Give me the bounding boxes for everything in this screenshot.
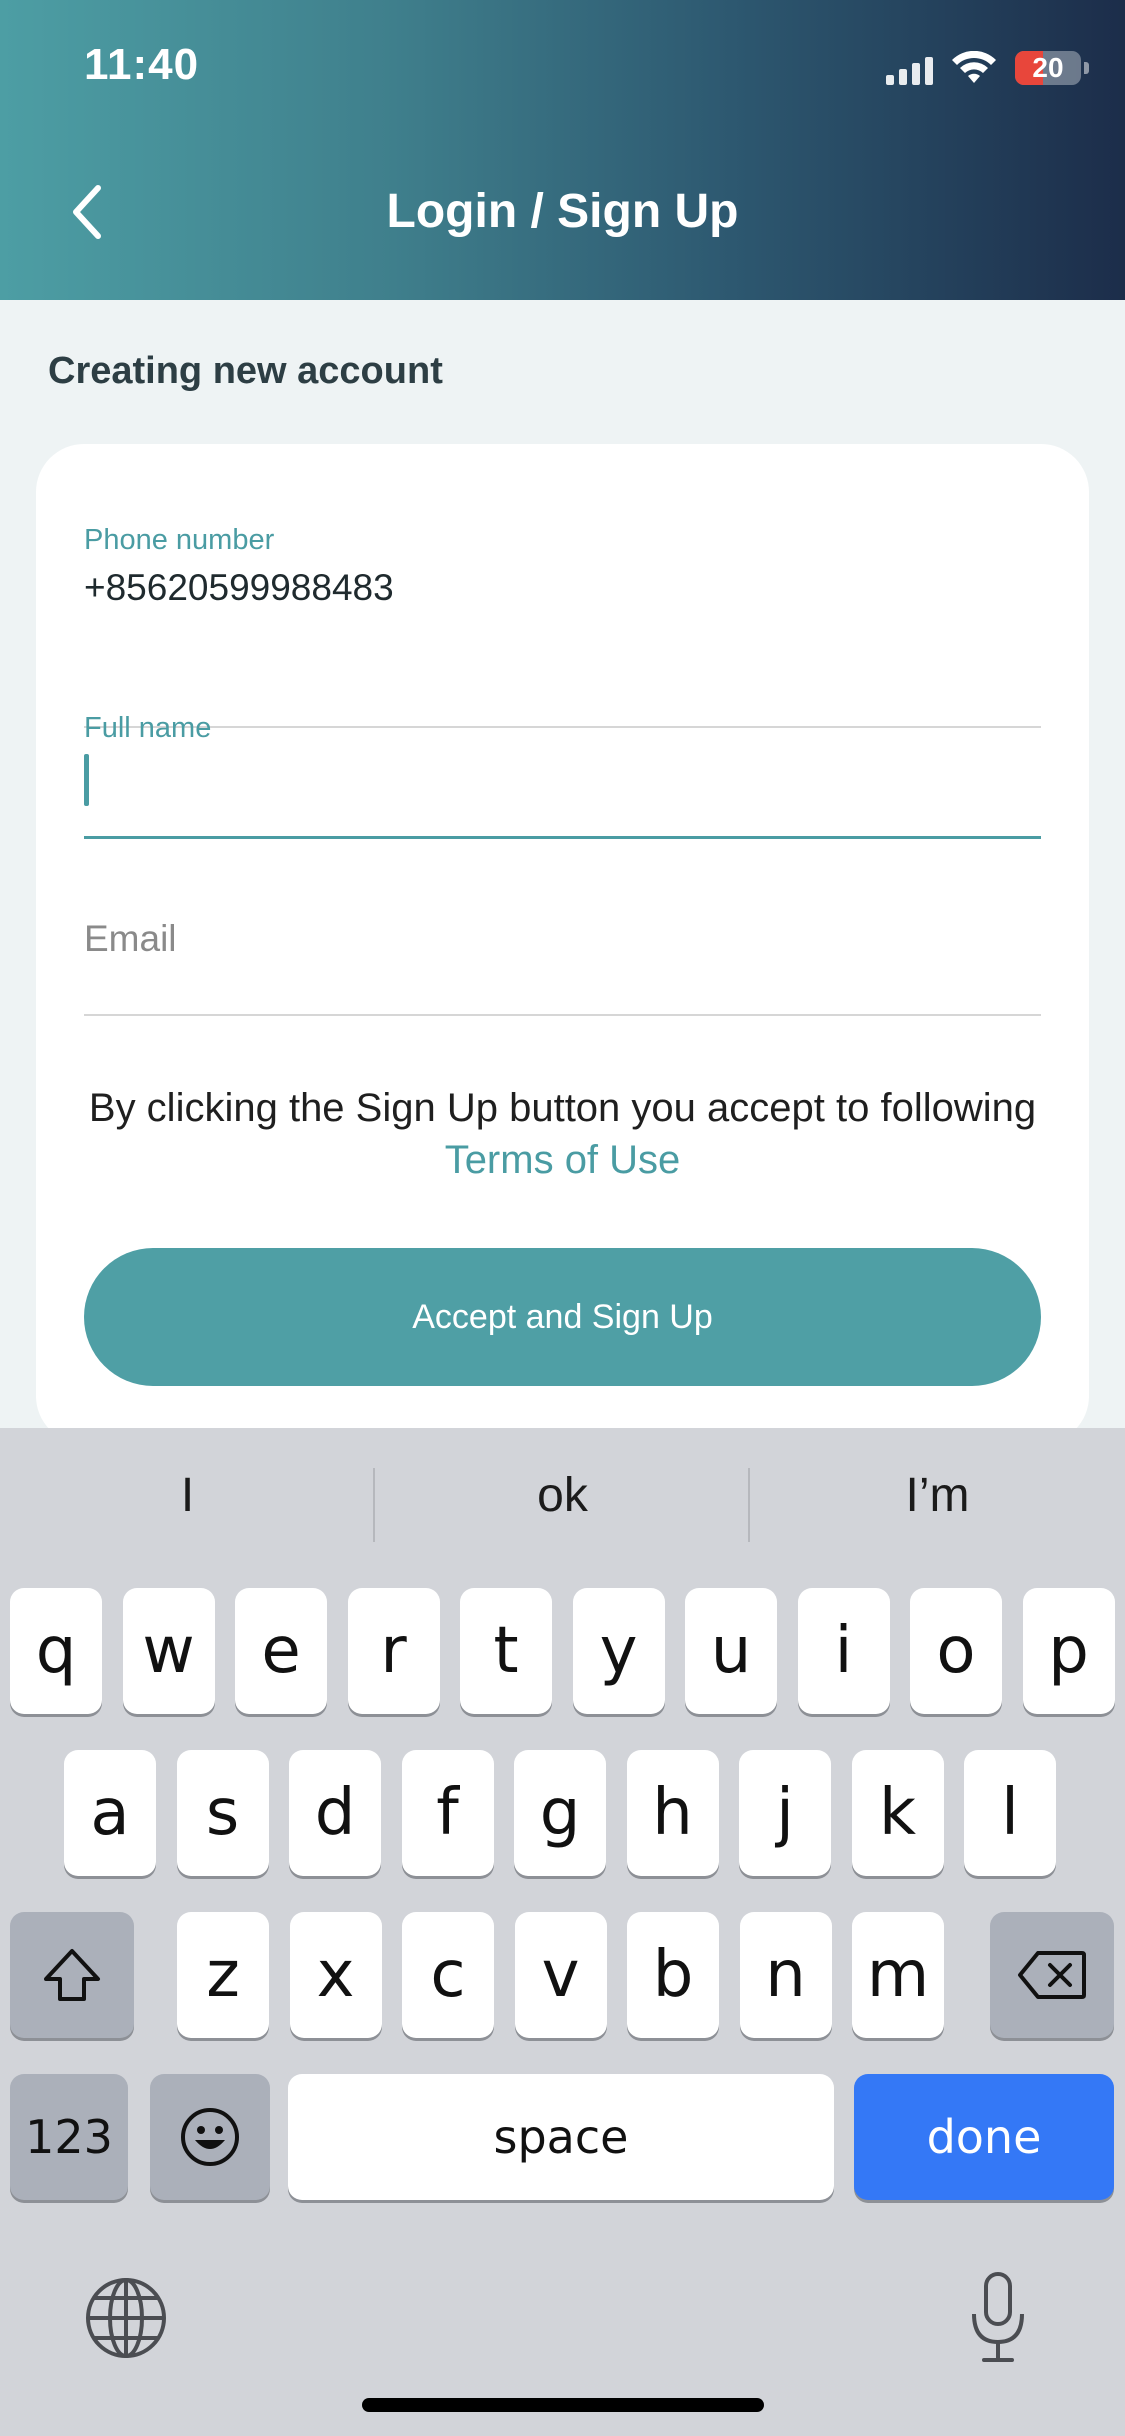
suggestion-bar: I ok I’m bbox=[0, 1428, 1125, 1578]
key-b[interactable]: b bbox=[627, 1912, 719, 2038]
phone-field[interactable]: Phone number +85620599988483 bbox=[84, 524, 1041, 728]
terms-statement: By clicking the Sign Up button you accep… bbox=[88, 1086, 1037, 1130]
phone-label: Phone number bbox=[84, 524, 275, 556]
shift-key[interactable] bbox=[10, 1912, 134, 2038]
suggestion-item[interactable]: ok bbox=[375, 1468, 750, 1523]
key-i[interactable]: i bbox=[797, 1588, 890, 1714]
signup-card: Phone number +85620599988483 Full name E… bbox=[36, 444, 1089, 1444]
key-l[interactable]: l bbox=[964, 1750, 1056, 1876]
done-key[interactable]: done bbox=[854, 2074, 1114, 2200]
suggestion-item[interactable]: I’m bbox=[750, 1468, 1125, 1523]
key-q[interactable]: q bbox=[10, 1588, 102, 1714]
terms-of-use-link[interactable]: Terms of Use bbox=[445, 1138, 681, 1182]
battery-level: 20 bbox=[1032, 52, 1064, 83]
key-s[interactable]: s bbox=[176, 1750, 269, 1876]
wifi-icon bbox=[952, 51, 996, 83]
terms-text: By clicking the Sign Up button you accep… bbox=[84, 1082, 1041, 1186]
app-header: 11:40 20 Login / Sign Up bbox=[0, 0, 1125, 300]
cellular-signal-icon bbox=[886, 51, 933, 85]
emoji-key[interactable] bbox=[150, 2074, 270, 2200]
shift-icon bbox=[44, 1949, 100, 2001]
key-u[interactable]: u bbox=[685, 1588, 777, 1714]
key-x[interactable]: x bbox=[289, 1912, 382, 2038]
key-d[interactable]: d bbox=[289, 1750, 381, 1876]
text-caret bbox=[84, 754, 89, 806]
key-n[interactable]: n bbox=[739, 1912, 832, 2038]
key-z[interactable]: z bbox=[177, 1912, 269, 2038]
keyboard: I ok I’m qwertyuiopasdfghjklzxcvbnm 123 … bbox=[0, 1428, 1125, 2436]
emoji-icon bbox=[181, 2108, 239, 2166]
key-p[interactable]: p bbox=[1022, 1588, 1115, 1714]
key-j[interactable]: j bbox=[739, 1750, 831, 1876]
key-k[interactable]: k bbox=[851, 1750, 944, 1876]
full-name-underline bbox=[84, 836, 1041, 839]
suggestion-item[interactable]: I bbox=[0, 1468, 375, 1523]
key-y[interactable]: y bbox=[572, 1588, 665, 1714]
key-o[interactable]: o bbox=[910, 1588, 1002, 1714]
space-key[interactable]: space bbox=[288, 2074, 834, 2200]
key-t[interactable]: t bbox=[460, 1588, 552, 1714]
key-e[interactable]: e bbox=[235, 1588, 327, 1714]
email-underline bbox=[84, 1014, 1041, 1016]
section-label: Creating new account bbox=[48, 350, 443, 392]
key-f[interactable]: f bbox=[401, 1750, 494, 1876]
status-time: 11:40 bbox=[84, 40, 200, 89]
full-name-label: Full name bbox=[84, 712, 212, 744]
full-name-field[interactable]: Full name bbox=[84, 712, 1041, 839]
microphone-icon[interactable] bbox=[968, 2270, 1028, 2366]
key-v[interactable]: v bbox=[514, 1912, 607, 2038]
email-field[interactable]: Email bbox=[84, 918, 1041, 1016]
key-r[interactable]: r bbox=[347, 1588, 440, 1714]
key-h[interactable]: h bbox=[626, 1750, 719, 1876]
page-title: Login / Sign Up bbox=[386, 185, 739, 238]
backspace-icon bbox=[1018, 1951, 1086, 1999]
key-m[interactable]: m bbox=[852, 1912, 944, 2038]
phone-value: +85620599988483 bbox=[84, 567, 394, 608]
delete-key[interactable] bbox=[990, 1912, 1114, 2038]
numbers-key[interactable]: 123 bbox=[10, 2074, 128, 2200]
email-placeholder: Email bbox=[84, 918, 177, 959]
key-g[interactable]: g bbox=[514, 1750, 606, 1876]
battery-icon: 20 bbox=[1015, 51, 1089, 85]
key-a[interactable]: a bbox=[64, 1750, 156, 1876]
home-indicator bbox=[362, 2398, 764, 2412]
key-c[interactable]: c bbox=[402, 1912, 494, 2038]
key-w[interactable]: w bbox=[122, 1588, 215, 1714]
globe-icon[interactable] bbox=[84, 2276, 168, 2360]
status-icons: 20 bbox=[886, 46, 1089, 90]
accept-signup-button[interactable]: Accept and Sign Up bbox=[84, 1248, 1041, 1386]
